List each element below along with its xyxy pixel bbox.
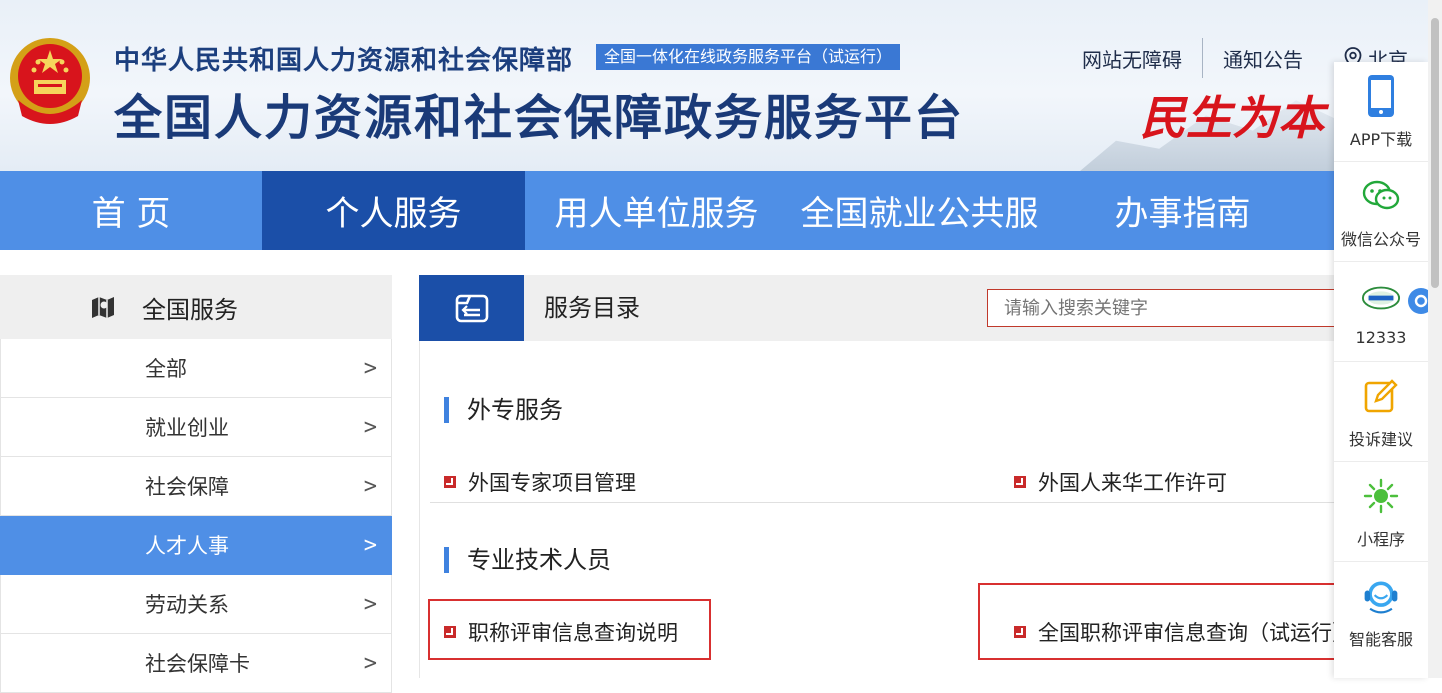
customer-service-icon: [1361, 574, 1401, 618]
main-nav: 首 页 个人服务 用人单位服务 全国就业公共服 办事指南: [0, 171, 1442, 250]
search-input[interactable]: [987, 289, 1337, 327]
service-foreigner-work-permit[interactable]: 外国人来华工作许可: [1014, 467, 1227, 497]
edit-icon: [1361, 374, 1401, 418]
mini-program-icon: [1361, 474, 1401, 518]
directory-icon-box: [419, 275, 524, 341]
accessibility-link[interactable]: 网站无障碍: [1082, 44, 1182, 73]
notice-link[interactable]: 通知公告: [1223, 44, 1303, 73]
nav-employer-services[interactable]: 用人单位服务: [525, 171, 788, 250]
map-icon: [92, 297, 114, 318]
service-label: 外国专家项目管理: [468, 471, 636, 495]
service-label: 外国人来华工作许可: [1038, 471, 1227, 495]
float-label: APP下载: [1349, 129, 1413, 149]
nav-personal-services[interactable]: 个人服务: [262, 171, 525, 250]
float-label: 智能客服: [1348, 630, 1413, 649]
divider: [430, 502, 1336, 503]
sidebar-item-social-security[interactable]: 社会保障 >: [0, 457, 392, 516]
chevron-right-icon: >: [363, 355, 377, 381]
sidebar-item-label: 人才人事: [145, 534, 229, 558]
sidebar-item-label: 就业创业: [145, 416, 229, 440]
slogan-calligraphy: 民生为本: [1140, 91, 1324, 145]
mini-program-button[interactable]: 小程序: [1334, 462, 1428, 562]
chevron-right-icon: >: [363, 650, 377, 676]
chevron-right-icon: >: [363, 473, 377, 499]
sidebar-header: 全国服务: [0, 275, 392, 339]
section-title-professional-technical: 专业技术人员: [444, 547, 611, 573]
scrollbar-thumb[interactable]: [1431, 18, 1439, 288]
nav-public-employment-services[interactable]: 全国就业公共服: [788, 171, 1051, 250]
hotline-12333-icon: [1361, 276, 1401, 320]
sidebar: 全国服务 全部 > 就业创业 > 社会保障 > 人才人事 > 劳动关系 > 社会…: [0, 275, 392, 693]
sidebar-item-social-security-card[interactable]: 社会保障卡 >: [0, 634, 392, 693]
section-title-foreign-experts: 外专服务: [444, 397, 563, 423]
complaint-suggestion-button[interactable]: 投诉建议: [1334, 362, 1428, 462]
highlight-box: [428, 599, 711, 660]
sidebar-item-all[interactable]: 全部 >: [0, 339, 392, 398]
national-emblem-icon[interactable]: [8, 36, 92, 124]
sidebar-item-labor-relations[interactable]: 劳动关系 >: [0, 575, 392, 634]
site-header: 中华人民共和国人力资源和社会保障部 全国一体化在线政务服务平台（试运行） 全国人…: [0, 0, 1442, 171]
directory-title: 服务目录: [544, 294, 640, 322]
float-label: 12333: [1355, 328, 1407, 347]
chevron-right-icon: >: [363, 532, 377, 558]
sidebar-item-label: 劳动关系: [145, 593, 229, 617]
floating-toolbar: APP下载 微信公众号 12333 投诉建议 小程序 智能客服: [1334, 62, 1428, 678]
divider: [1202, 38, 1203, 78]
arrow-marker-icon: [1014, 476, 1026, 488]
wechat-icon: [1361, 174, 1401, 218]
sidebar-title: 全国服务: [142, 295, 238, 324]
phone-icon: [1361, 74, 1401, 118]
smart-customer-service-button[interactable]: 智能客服: [1334, 562, 1428, 662]
wechat-account-button[interactable]: 微信公众号: [1334, 162, 1428, 262]
float-label: 投诉建议: [1348, 429, 1413, 449]
sidebar-item-employment[interactable]: 就业创业 >: [0, 398, 392, 457]
float-label: 小程序: [1356, 529, 1405, 549]
sidebar-item-talent-personnel[interactable]: 人才人事 >: [0, 516, 392, 575]
service-foreign-expert-projects[interactable]: 外国专家项目管理: [444, 467, 636, 497]
arrow-marker-icon: [444, 476, 456, 488]
directory-header: 服务目录: [419, 275, 1337, 341]
sidebar-item-label: 社会保障: [145, 475, 229, 499]
float-label: 微信公众号: [1340, 229, 1421, 249]
ministry-name: 中华人民共和国人力资源和社会保障部: [114, 46, 574, 76]
chevron-right-icon: >: [363, 414, 377, 440]
directory-icon: [455, 294, 488, 323]
trial-badge: 全国一体化在线政务服务平台（试运行）: [596, 44, 901, 70]
chevron-right-icon: >: [363, 591, 377, 617]
nav-guide[interactable]: 办事指南: [1051, 171, 1314, 250]
sidebar-item-label: 社会保障卡: [145, 652, 250, 676]
platform-title: 全国人力资源和社会保障政务服务平台: [114, 90, 965, 146]
highlight-box: [978, 583, 1352, 660]
app-download-button[interactable]: APP下载: [1334, 62, 1428, 162]
nav-home[interactable]: 首 页: [0, 171, 262, 250]
sidebar-item-label: 全部: [145, 357, 187, 381]
